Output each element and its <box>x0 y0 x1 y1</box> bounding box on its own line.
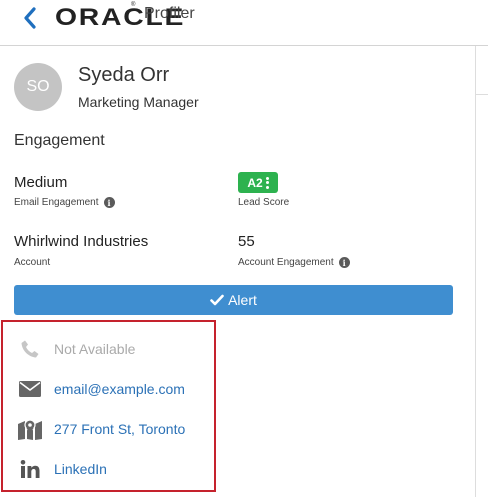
contact-name: Syeda Orr <box>78 64 170 86</box>
app-header: ORACLE ® Profiler <box>0 0 488 46</box>
email-engagement-label-text: Email Engagement <box>14 197 99 208</box>
lead-score-label: Lead Score <box>238 197 289 208</box>
alert-button-label: Alert <box>228 292 257 308</box>
linkedin-icon <box>18 458 42 480</box>
info-icon[interactable]: i <box>338 257 350 268</box>
email-engagement-label: Email Engagement i <box>14 197 115 208</box>
phone-value: Not Available <box>54 341 136 357</box>
account-engagement-value: 55 <box>238 233 255 250</box>
envelope-icon <box>18 378 42 400</box>
more-vertical-icon <box>265 176 269 189</box>
panel-divider <box>475 46 476 497</box>
checkmark-icon <box>210 294 224 306</box>
avatar-initials: SO <box>26 78 50 95</box>
lead-score-label-text: Lead Score <box>238 197 290 208</box>
account-label: Account <box>14 257 50 268</box>
avatar: SO <box>14 63 62 111</box>
address-link[interactable]: 277 Front St, Toronto <box>54 421 185 437</box>
registered-mark: ® <box>131 2 136 8</box>
account-label-text: Account <box>14 257 51 268</box>
email-link[interactable]: email@example.com <box>54 381 185 397</box>
email-engagement-value: Medium <box>14 174 68 191</box>
panel-divider-tick <box>475 94 488 95</box>
lead-score-value: A2 <box>247 175 263 190</box>
map-marker-icon <box>18 418 42 440</box>
product-name: Profiler <box>144 5 195 22</box>
info-icon[interactable]: i <box>103 197 115 208</box>
alert-button[interactable]: Alert <box>14 285 453 315</box>
contact-title: Marketing Manager <box>78 94 199 110</box>
phone-icon <box>18 338 42 360</box>
section-title-engagement: Engagement <box>14 132 105 149</box>
account-value: Whirlwind Industries <box>14 233 149 250</box>
lead-score-badge[interactable]: A2 <box>238 172 278 193</box>
linkedin-link[interactable]: LinkedIn <box>54 461 107 477</box>
account-engagement-label-text: Account Engagement <box>238 257 334 268</box>
account-engagement-label: Account Engagement i <box>238 257 350 268</box>
back-arrow-icon[interactable] <box>20 5 42 31</box>
